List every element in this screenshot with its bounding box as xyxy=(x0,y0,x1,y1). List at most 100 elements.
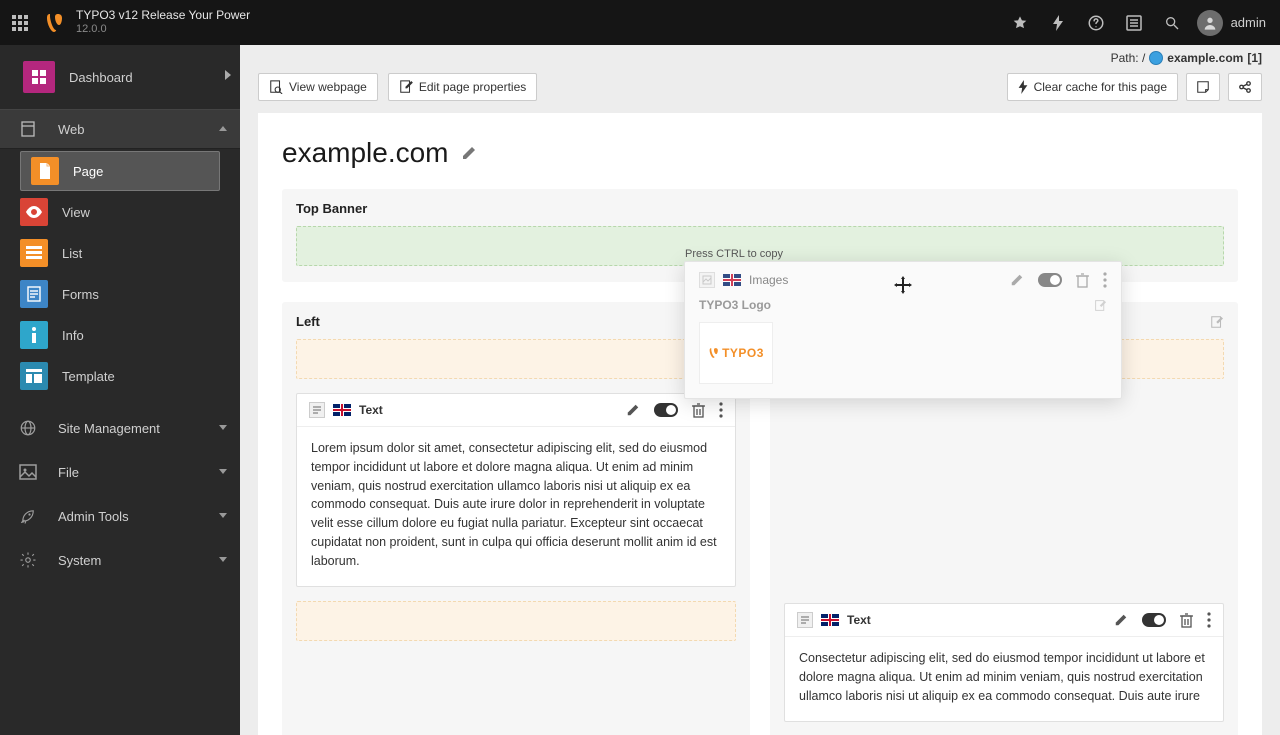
pencil-icon xyxy=(1114,613,1128,627)
star-icon xyxy=(1012,15,1028,31)
module-web-template[interactable]: Template xyxy=(10,356,230,396)
trash-icon xyxy=(1076,273,1089,288)
username: admin xyxy=(1231,15,1266,30)
column-title: Top Banner xyxy=(296,201,1224,216)
edit-small-icon xyxy=(1094,299,1107,312)
product-brand[interactable]: TYPO3 v12 Release Your Power 12.0.0 xyxy=(40,9,260,35)
content-element-text[interactable]: Text Lorem ipsum dolor sit amet, consect… xyxy=(296,393,736,587)
search-button[interactable] xyxy=(1153,0,1191,45)
ce-type-label: Text xyxy=(359,403,383,417)
list-icon xyxy=(1126,15,1142,31)
help-button[interactable] xyxy=(1077,0,1115,45)
module-group-file[interactable]: File xyxy=(0,450,240,494)
content-type-icon xyxy=(797,612,813,628)
module-group-web[interactable]: Web xyxy=(0,109,240,149)
ce-edit-button[interactable] xyxy=(626,403,640,417)
apps-menu-button[interactable] xyxy=(0,0,40,45)
module-web-view[interactable]: View xyxy=(10,192,230,232)
module-group-site-management[interactable]: Site Management xyxy=(0,406,240,450)
ce-more-button[interactable] xyxy=(719,402,723,418)
more-vertical-icon xyxy=(1103,272,1107,288)
ce-visibility-toggle[interactable] xyxy=(654,403,678,417)
drag-item-edit[interactable] xyxy=(1094,299,1107,312)
column-left: Left Text xyxy=(282,302,750,735)
user-menu[interactable]: admin xyxy=(1191,10,1280,36)
globe-icon xyxy=(12,419,44,437)
module-group-admin-tools[interactable]: Admin Tools xyxy=(0,494,240,538)
module-web-forms[interactable]: Forms xyxy=(10,274,230,314)
drag-hint: Press CTRL to copy xyxy=(685,248,783,260)
page-title: example.com xyxy=(282,137,449,169)
bookmarks-button[interactable] xyxy=(1001,0,1039,45)
ce-visibility-toggle[interactable] xyxy=(1142,613,1166,627)
edit-page-properties-button[interactable]: Edit page properties xyxy=(388,73,537,101)
pencil-icon xyxy=(1010,273,1024,287)
chevron-down-icon xyxy=(218,512,228,520)
chevron-up-icon xyxy=(218,125,228,133)
bolt-icon xyxy=(1051,15,1065,31)
module-web-page[interactable]: Page xyxy=(20,151,220,191)
flag-uk-icon xyxy=(333,404,351,416)
topbar: TYPO3 v12 Release Your Power 12.0.0 admi… xyxy=(0,0,1280,45)
ce-body-text: Consectetur adipiscing elit, sed do eius… xyxy=(785,637,1223,721)
more-vertical-icon xyxy=(719,402,723,418)
view-webpage-button[interactable]: View webpage xyxy=(258,73,378,101)
module-web-list[interactable]: List xyxy=(10,233,230,273)
web-submodules: Page View List Forms Info Template xyxy=(10,151,230,396)
page-icon xyxy=(31,157,59,185)
ce-edit-button[interactable] xyxy=(1010,273,1024,287)
chevron-down-icon xyxy=(218,468,228,476)
dropzone-left-top[interactable] xyxy=(296,339,736,379)
module-dashboard[interactable]: Dashboard xyxy=(10,57,230,97)
column-title: Left xyxy=(296,314,320,329)
apps-grid-icon xyxy=(12,15,28,31)
share-icon xyxy=(1238,80,1252,94)
ce-more-button[interactable] xyxy=(1103,272,1107,288)
template-icon xyxy=(20,362,48,390)
ce-delete-button[interactable] xyxy=(1180,613,1193,628)
ce-more-button[interactable] xyxy=(1207,612,1211,628)
docheader: View webpage Edit page properties Clear … xyxy=(240,69,1280,113)
page-body: example.com Top Banner Left xyxy=(258,113,1262,735)
drag-image-caption: TYPO3 Logo xyxy=(699,298,771,312)
avatar-icon xyxy=(1197,10,1223,36)
content-type-icon xyxy=(309,402,325,418)
info-module-icon xyxy=(20,321,48,349)
document-edit-icon xyxy=(399,80,413,94)
trash-icon xyxy=(1180,613,1193,628)
module-group-system[interactable]: System xyxy=(0,538,240,582)
module-web-info[interactable]: Info xyxy=(10,315,230,355)
ce-delete-button[interactable] xyxy=(1076,273,1089,288)
ce-delete-button[interactable] xyxy=(692,403,705,418)
typo3-logo-icon xyxy=(44,12,66,34)
path-page-name[interactable]: example.com xyxy=(1167,51,1243,65)
ce-type-label: Text xyxy=(847,613,871,627)
ce-visibility-toggle[interactable] xyxy=(1038,273,1062,287)
note-button[interactable] xyxy=(1186,73,1220,101)
content-element-text[interactable]: Text Consectetur adipiscing elit, sed do… xyxy=(784,603,1224,722)
flag-uk-icon xyxy=(821,614,839,626)
drag-image-thumbnail: TYPO3 xyxy=(699,322,773,384)
move-icon xyxy=(894,276,912,294)
product-title: TYPO3 v12 Release Your Power xyxy=(76,9,250,23)
clear-cache-button[interactable]: Clear cache for this page xyxy=(1007,73,1178,101)
ce-edit-button[interactable] xyxy=(1114,613,1128,627)
dashboard-icon xyxy=(23,61,55,93)
gear-icon xyxy=(12,551,44,569)
chevron-down-icon xyxy=(218,556,228,564)
cache-button[interactable] xyxy=(1039,0,1077,45)
edit-column-button[interactable] xyxy=(1210,315,1224,329)
chevron-down-icon xyxy=(218,424,228,432)
dropzone-top-banner[interactable] xyxy=(296,226,1224,266)
typo3-small-icon xyxy=(708,347,720,359)
search-icon xyxy=(1164,15,1180,31)
info-button[interactable] xyxy=(1115,0,1153,45)
edit-title-button[interactable] xyxy=(461,145,477,161)
share-button[interactable] xyxy=(1228,73,1262,101)
dragging-content-element[interactable]: Press CTRL to copy Images TYPO3 Logo TYP… xyxy=(684,261,1122,399)
path-prefix: Path: / xyxy=(1111,51,1146,65)
rocket-icon xyxy=(12,507,44,525)
module-sidebar: Dashboard Web Page View List Forms Info xyxy=(0,45,240,735)
dropzone-left-bottom[interactable] xyxy=(296,601,736,641)
product-version: 12.0.0 xyxy=(76,23,250,36)
